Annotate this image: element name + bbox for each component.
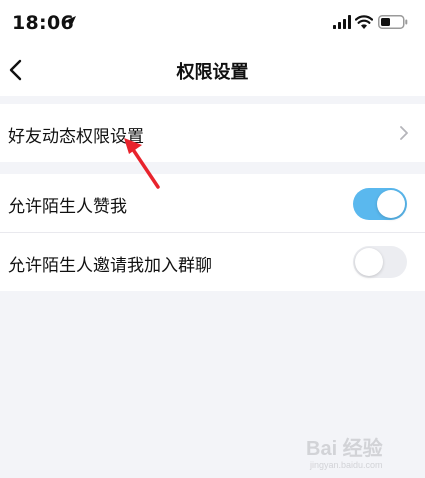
- red-arrow-annotation-icon: [124, 138, 160, 189]
- allow-stranger-invite-row: 允许陌生人邀请我加入群聊: [0, 233, 425, 291]
- allow-stranger-like-row: 允许陌生人赞我: [0, 174, 425, 232]
- nav-bar: 权限设置: [0, 44, 425, 96]
- location-arrow-icon: [64, 16, 76, 28]
- cellular-signal-icon: [333, 15, 351, 29]
- allow-stranger-like-toggle[interactable]: [353, 188, 407, 220]
- watermark-logo: Bai 经验: [306, 438, 383, 460]
- status-bar: 18:06: [0, 0, 425, 44]
- watermark-url: jingyan.baidu.com: [310, 460, 383, 470]
- allow-stranger-like-label: 允许陌生人赞我: [8, 197, 127, 217]
- allow-stranger-invite-label: 允许陌生人邀请我加入群聊: [8, 256, 212, 276]
- chevron-right-icon: [400, 126, 408, 140]
- allow-stranger-invite-toggle[interactable]: [353, 246, 407, 278]
- wifi-icon: [355, 15, 373, 29]
- friend-feed-permission-row[interactable]: 好友动态权限设置: [0, 104, 425, 162]
- toggle-knob: [377, 190, 405, 218]
- toggle-knob: [355, 248, 383, 276]
- baidu-jingyan-watermark: Bai 经验 jingyan.baidu.com: [304, 424, 424, 474]
- battery-icon: [378, 15, 408, 29]
- page-title: 权限设置: [176, 62, 249, 83]
